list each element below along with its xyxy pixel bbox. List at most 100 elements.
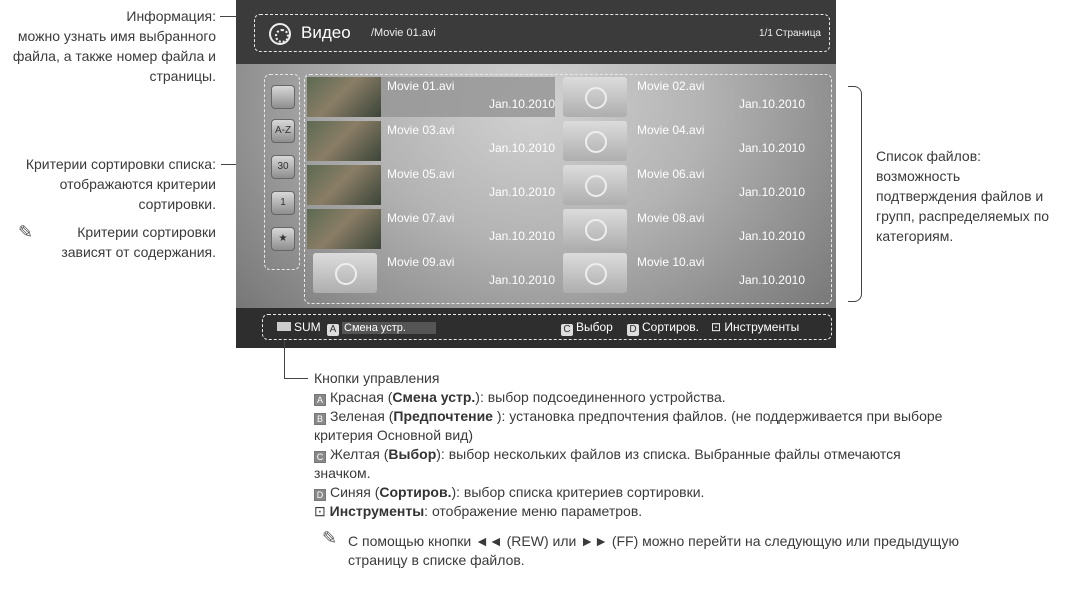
file-item-10[interactable]: Movie 10.avi Jan.10.2010 xyxy=(557,253,805,293)
alphabetical-icon[interactable]: A-Z xyxy=(271,119,295,143)
file-item-2[interactable]: Movie 02.avi Jan.10.2010 xyxy=(557,77,805,117)
control-d-desc: ): выбор списка критериев сортировки. xyxy=(451,484,705,500)
file-item-8[interactable]: Movie 08.avi Jan.10.2010 xyxy=(557,209,805,249)
file-list-annotation-line5: категориям. xyxy=(876,228,954,244)
control-b-line2: критерия Основной вид) xyxy=(314,427,474,443)
control-tools-name: Инструменты xyxy=(329,503,425,519)
file-date: Jan.10.2010 xyxy=(738,185,805,199)
file-item-4[interactable]: Movie 04.avi Jan.10.2010 xyxy=(557,121,805,161)
key-b-icon: B xyxy=(314,413,326,425)
file-list-annotation: Список файлов: возможность подтверждения… xyxy=(876,146,1076,246)
key-a-icon: A xyxy=(314,394,326,406)
film-reel-icon xyxy=(313,253,377,293)
file-name: Movie 01.avi xyxy=(387,79,455,93)
page-indicator: 1/1 Страница xyxy=(758,28,821,39)
info-bar: Видео /Movie 01.avi 1/1 Страница xyxy=(254,14,830,52)
control-d-prefix: Синяя ( xyxy=(330,484,380,500)
file-item-6[interactable]: Movie 06.avi Jan.10.2010 xyxy=(557,165,805,205)
remote-icon xyxy=(277,322,291,331)
file-name: Movie 04.avi xyxy=(637,123,705,137)
sort-annotation-line1: Критерии сортировки списка: xyxy=(25,156,216,172)
video-thumbnail xyxy=(307,121,381,161)
sort-note-line2: зависят от содержания. xyxy=(61,244,216,260)
calendar-icon[interactable]: 30 xyxy=(271,155,295,179)
favorite-star-icon[interactable]: ★ xyxy=(271,227,295,251)
key-d-icon: D xyxy=(314,489,326,501)
file-list-annotation-line4: групп, распределяемых по xyxy=(876,208,1050,224)
file-date: Jan.10.2010 xyxy=(488,185,555,199)
sort-note: Критерии сортировки зависят от содержани… xyxy=(26,222,216,262)
file-date: Jan.10.2010 xyxy=(738,97,805,111)
key-a-icon: A xyxy=(327,324,339,336)
file-date: Jan.10.2010 xyxy=(488,141,555,155)
file-list-bracket xyxy=(848,86,862,302)
control-bar: SUM A Смена устр. C Выбор D Сортиров. ⊡ Инс… xyxy=(262,314,832,340)
video-reel-icon xyxy=(269,23,291,45)
tools-icon: ⊡ xyxy=(711,320,725,334)
file-date: Jan.10.2010 xyxy=(738,141,805,155)
calendar-month-icon[interactable]: 1 xyxy=(271,191,295,215)
sort-criteria-panel: A-Z 30 1 ★ xyxy=(264,74,300,270)
file-item-5[interactable]: Movie 05.avi Jan.10.2010 xyxy=(307,165,555,205)
control-d-line: D Синяя (Сортиров.): выбор списка критери… xyxy=(314,483,704,502)
sort-button[interactable]: D Сортиров. xyxy=(627,320,699,336)
current-file-name: /Movie 01.avi xyxy=(371,27,436,39)
page-navigation-note: С помощью кнопки ◄◄ (REW) или ►► (FF) мо… xyxy=(348,532,959,570)
file-list-annotation-line1: Список файлов: xyxy=(876,148,982,164)
change-device-button[interactable]: A Смена устр. xyxy=(327,320,436,336)
control-c-prefix: Желтая ( xyxy=(330,446,389,462)
video-thumbnail xyxy=(307,209,381,249)
file-name: Movie 09.avi xyxy=(387,255,455,269)
film-reel-icon xyxy=(563,121,627,161)
folder-icon[interactable] xyxy=(271,85,295,109)
file-item-9[interactable]: Movie 09.avi Jan.10.2010 xyxy=(307,253,555,293)
film-reel-icon xyxy=(563,209,627,249)
file-date: Jan.10.2010 xyxy=(488,229,555,243)
key-c-icon: C xyxy=(314,451,326,463)
control-c-name: Выбор xyxy=(388,446,437,462)
control-tools-desc: : отображение меню параметров. xyxy=(424,503,643,519)
file-name: Movie 02.avi xyxy=(637,79,705,93)
file-name: Movie 08.avi xyxy=(637,211,705,225)
screen-title: Видео xyxy=(301,23,351,42)
file-date: Jan.10.2010 xyxy=(738,273,805,287)
info-annotation-line3: файла, а также номер файла и xyxy=(12,48,216,64)
file-item-7[interactable]: Movie 07.avi Jan.10.2010 xyxy=(307,209,555,249)
tools-label: Инструменты xyxy=(724,320,800,334)
control-a-desc: ): выбор подсоединенного устройства. xyxy=(475,389,726,405)
info-annotation: Информация: можно узнать имя выбранного … xyxy=(0,6,216,86)
control-d-name: Сортиров. xyxy=(379,484,452,500)
file-date: Jan.10.2010 xyxy=(738,229,805,243)
page-navigation-note-line2: страницу в списке файлов. xyxy=(348,552,525,568)
file-item-3[interactable]: Movie 03.avi Jan.10.2010 xyxy=(307,121,555,161)
sum-label: SUM xyxy=(294,320,321,334)
film-reel-icon xyxy=(563,253,627,293)
info-annotation-line2: можно узнать имя выбранного xyxy=(17,28,216,44)
file-item-1[interactable]: Movie 01.avi Jan.10.2010 xyxy=(307,77,555,117)
tools-button[interactable]: ⊡ Инструменты xyxy=(711,320,799,334)
file-name: Movie 06.avi xyxy=(637,167,705,181)
control-c-desc: ): выбор нескольких файлов из списка. Вы… xyxy=(436,446,901,462)
key-d-icon: D xyxy=(627,324,639,336)
control-b-line: B Зеленая (Предпочтение ): установка пред… xyxy=(314,407,942,426)
control-a-prefix: Красная ( xyxy=(330,389,393,405)
control-c-line2: значком. xyxy=(314,465,371,481)
file-date: Jan.10.2010 xyxy=(488,273,555,287)
select-button[interactable]: C Выбор xyxy=(561,320,613,336)
film-reel-icon xyxy=(563,77,627,117)
note-pencil-icon: ✎ xyxy=(322,528,338,548)
info-annotation-line4: страницы. xyxy=(149,68,216,84)
control-tools-line: ⊡ Инструменты: отображение меню параметр… xyxy=(314,502,642,521)
file-name: Movie 03.avi xyxy=(387,123,455,137)
key-c-icon: C xyxy=(561,324,573,336)
file-date: Jan.10.2010 xyxy=(488,97,555,111)
video-thumbnail xyxy=(307,77,381,117)
page-navigation-note-line1: С помощью кнопки ◄◄ (REW) или ►► (FF) мо… xyxy=(348,533,959,549)
controls-heading: Кнопки управления xyxy=(314,370,440,386)
sum-button[interactable]: SUM xyxy=(277,320,321,334)
tv-screen: Видео /Movie 01.avi 1/1 Страница A-Z 30 … xyxy=(236,0,836,348)
tools-icon: ⊡ xyxy=(314,503,330,519)
change-device-label: Смена устр. xyxy=(342,322,436,334)
controls-leader-horizontal xyxy=(284,378,308,379)
sort-annotation-line3: сортировки. xyxy=(138,196,217,212)
